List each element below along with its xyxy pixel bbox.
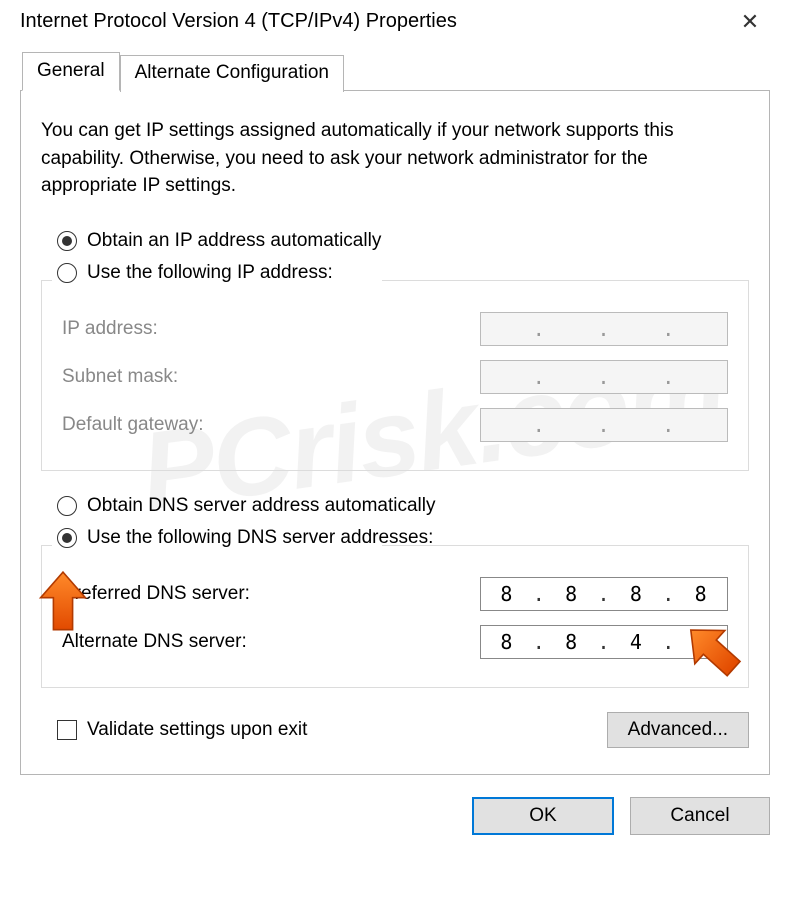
preferred-dns-octet-2[interactable]: 8 [546, 582, 598, 606]
label-alternate-dns: Alternate DNS server: [62, 631, 247, 653]
bottom-row: Validate settings upon exit Advanced... [57, 712, 749, 748]
tab-alternate-configuration[interactable]: Alternate Configuration [120, 55, 344, 92]
ok-button[interactable]: OK [472, 797, 614, 835]
alternate-dns-octet-2[interactable]: 8 [546, 630, 598, 654]
preferred-dns-octet-1[interactable]: 8 [481, 582, 533, 606]
radio-label-obtain-dns-auto: Obtain DNS server address automatically [87, 495, 435, 517]
checkbox-validate[interactable] [57, 720, 77, 740]
advanced-button[interactable]: Advanced... [607, 712, 749, 748]
cancel-button[interactable]: Cancel [630, 797, 770, 835]
alternate-dns-octet-1[interactable]: 8 [481, 630, 533, 654]
field-row-alternate-dns: Alternate DNS server: 8. 8. 4. 4 [62, 625, 728, 659]
dialog-buttons: OK Cancel [0, 775, 790, 835]
ip-fields-group: IP address: . . . Subnet mask: . . . Def… [41, 280, 749, 471]
close-icon[interactable]: ✕ [730, 11, 770, 33]
radio-label-obtain-ip-auto: Obtain an IP address automatically [87, 230, 381, 252]
label-validate: Validate settings upon exit [87, 719, 307, 741]
preferred-dns-octet-4[interactable]: 8 [675, 582, 727, 606]
radio-obtain-dns-auto[interactable] [57, 496, 77, 516]
alternate-dns-octet-3[interactable]: 4 [611, 630, 663, 654]
field-row-ip-address: IP address: . . . [62, 312, 728, 346]
input-alternate-dns[interactable]: 8. 8. 4. 4 [480, 625, 728, 659]
dns-fields-group: Preferred DNS server: 8. 8. 8. 8 Alterna… [41, 545, 749, 688]
description-text: You can get IP settings assigned automat… [41, 117, 749, 200]
input-preferred-dns[interactable]: 8. 8. 8. 8 [480, 577, 728, 611]
tab-strip: General Alternate Configuration [22, 51, 790, 90]
window-title: Internet Protocol Version 4 (TCP/IPv4) P… [20, 10, 457, 33]
input-ip-address: . . . [480, 312, 728, 346]
label-preferred-dns: Preferred DNS server: [62, 583, 250, 605]
field-row-preferred-dns: Preferred DNS server: 8. 8. 8. 8 [62, 577, 728, 611]
label-gateway: Default gateway: [62, 414, 204, 436]
tab-panel-general: PCrisk.com You can get IP settings assig… [20, 90, 770, 775]
label-subnet: Subnet mask: [62, 366, 178, 388]
input-gateway: . . . [480, 408, 728, 442]
tab-general[interactable]: General [22, 52, 120, 91]
input-subnet: . . . [480, 360, 728, 394]
titlebar: Internet Protocol Version 4 (TCP/IPv4) P… [0, 0, 790, 43]
alternate-dns-octet-4[interactable]: 4 [675, 630, 727, 654]
preferred-dns-octet-3[interactable]: 8 [611, 582, 663, 606]
field-row-gateway: Default gateway: . . . [62, 408, 728, 442]
radio-obtain-ip-auto[interactable] [57, 231, 77, 251]
checkbox-row-validate[interactable]: Validate settings upon exit [57, 719, 307, 741]
label-ip-address: IP address: [62, 318, 158, 340]
radio-row-obtain-ip-auto[interactable]: Obtain an IP address automatically [57, 230, 749, 252]
field-row-subnet: Subnet mask: . . . [62, 360, 728, 394]
radio-row-obtain-dns-auto[interactable]: Obtain DNS server address automatically [57, 495, 749, 517]
